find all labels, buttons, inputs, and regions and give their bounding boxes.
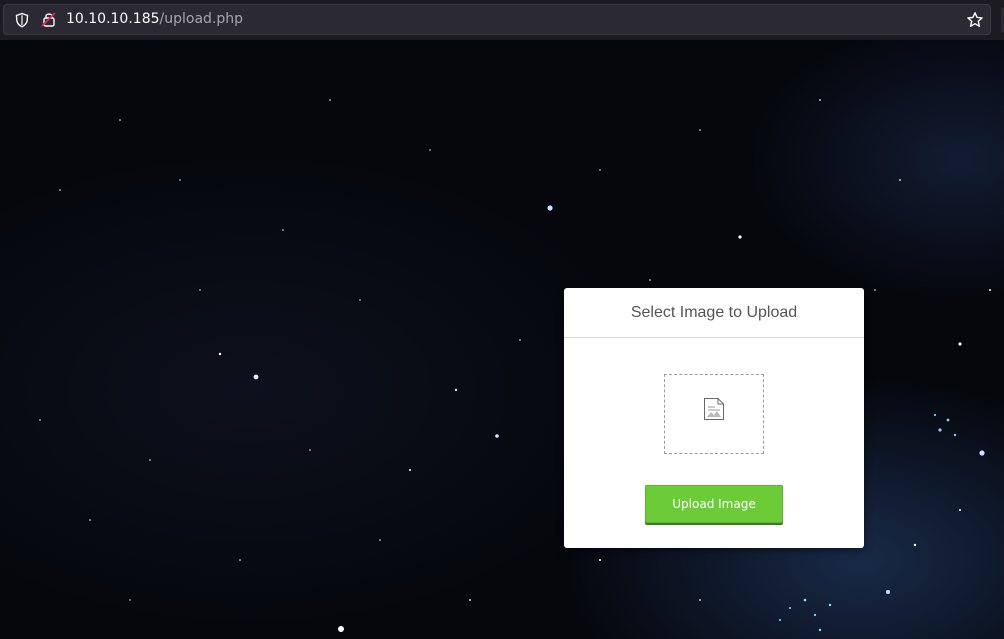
url-host: 10.10.10.185 xyxy=(66,11,160,27)
shield-icon[interactable] xyxy=(14,12,30,28)
url-path: /upload.php xyxy=(159,11,244,27)
card-header: Select Image to Upload xyxy=(564,288,864,338)
upload-image-button[interactable]: Upload Image xyxy=(645,485,783,523)
star-icon[interactable] xyxy=(966,11,984,29)
broken-image-icon xyxy=(703,397,725,421)
address-bar[interactable]: 10.10.10.185/upload.php xyxy=(3,4,991,35)
browser-toolbar: 10.10.10.185/upload.php xyxy=(0,0,1004,40)
card-title: Select Image to Upload xyxy=(630,303,798,321)
url-text[interactable]: 10.10.10.185/upload.php xyxy=(66,11,243,28)
upload-card: Select Image to Upload Upload Image xyxy=(564,288,864,548)
lock-warning-icon[interactable] xyxy=(41,11,57,28)
image-dropzone[interactable] xyxy=(664,374,764,454)
